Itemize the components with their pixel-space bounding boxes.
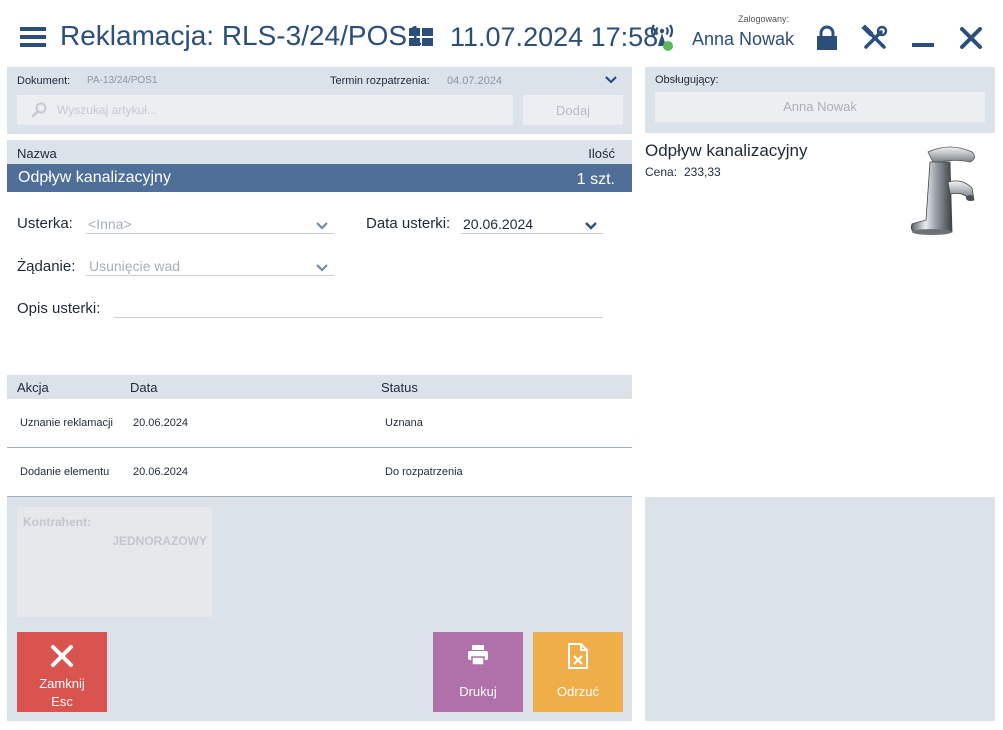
article-search-input[interactable] [57,95,497,125]
action-name: Uznanie reklamacji [20,417,113,429]
description-underline [114,317,603,318]
contractor-label: Kontrahent: [23,515,91,529]
actions-table-header: Akcja Data Status [7,375,632,399]
lock-icon[interactable] [813,24,841,52]
bottom-action-panel: Kontrahent: JEDNORAZOWY Zamknij Esc Druk… [7,497,632,721]
current-datetime: 11.07.2024 17:58 [450,22,659,52]
reject-button-label: Odrzuć [557,684,599,699]
printer-icon [468,645,488,666]
defect-date-label: Data usterki: [366,215,451,232]
article-search-box[interactable] [17,95,513,125]
close-button-label: Zamknij [39,676,85,691]
faucet-icon [900,138,985,236]
document-label: Dokument: [17,75,71,87]
contractor-box[interactable]: Kontrahent: JEDNORAZOWY [17,507,212,617]
contractor-value: JEDNORAZOWY [112,534,207,548]
column-header-status: Status [381,380,418,395]
tools-icon[interactable] [861,24,889,52]
request-select[interactable]: Usunięcie wad [89,258,180,274]
defect-select[interactable]: <Inna> [88,216,132,232]
logged-in-label: Zalogowany: [738,14,790,24]
deadline-label: Termin rozpatrzenia: [330,75,430,87]
windows-grid-icon[interactable] [409,28,433,47]
reject-button[interactable]: Odrzuć [533,632,623,712]
defect-date-chevron-down-icon[interactable] [584,218,598,230]
defect-chevron-down-icon[interactable] [315,218,329,230]
close-button-shortcut: Esc [51,694,73,709]
attendant-panel: Obsługujący: Anna Nowak [645,67,995,133]
action-date: 20.06.2024 [133,417,189,429]
close-button[interactable]: Zamknij Esc [17,632,107,712]
column-header-name: Nazwa [17,146,57,161]
request-label: Żądanie: [17,258,76,275]
product-price: 233,33 [684,165,721,179]
chevron-down-icon[interactable] [604,73,618,85]
action-status: Uznana [385,417,423,429]
attendant-label: Obsługujący: [655,74,719,86]
hamburger-menu-icon[interactable] [20,27,46,47]
reject-document-icon [568,643,588,669]
logged-in-user[interactable]: Anna Nowak [692,29,794,50]
connection-status-icon[interactable] [648,22,676,52]
product-name: Odpływ kanalizacyjny [645,141,808,160]
search-icon [31,102,47,118]
minimize-icon[interactable] [909,24,937,52]
page-title: Reklamacja: RLS-3/24/POS1 [60,20,423,51]
actions-table-row[interactable]: Dodanie elementu 20.06.2024 Do rozpatrze… [7,448,632,497]
close-x-icon [51,645,73,667]
attendant-select[interactable]: Anna Nowak [655,92,985,122]
right-bottom-panel [645,497,995,721]
deadline-value: 04.07.2024 [447,75,503,87]
product-price-label: Cena: [645,165,678,179]
document-number: PA-13/24/POS1 [87,75,158,86]
action-name: Dodanie elementu [20,466,110,478]
request-underline [86,275,334,276]
header-bar: Reklamacja: RLS-3/24/POS1 11.07.2024 17:… [0,0,1003,66]
print-button-label: Drukuj [459,684,497,699]
defect-date-underline [461,233,603,234]
items-table-row-selected[interactable]: Odpływ kanalizacyjny 1 szt. [7,164,632,192]
document-panel: Dokument: PA-13/24/POS1 Termin rozpatrze… [7,67,632,134]
print-button[interactable]: Drukuj [433,632,523,712]
close-window-icon[interactable] [957,24,985,52]
defect-date-input[interactable]: 20.06.2024 [463,216,533,232]
defect-label: Usterka: [17,215,73,232]
actions-table-row[interactable]: Uznanie reklamacji 20.06.2024 Uznana [7,399,632,448]
action-status: Do rozpatrzenia [385,466,463,478]
items-table-header: Nazwa Ilość [7,140,632,164]
action-date: 20.06.2024 [133,466,189,478]
request-chevron-down-icon[interactable] [315,260,329,272]
column-header-date: Data [130,380,158,395]
add-button[interactable]: Dodaj [523,95,623,125]
column-header-quantity: Ilość [588,146,615,161]
item-quantity: 1 szt. [576,171,615,188]
item-name: Odpływ kanalizacyjny [18,169,171,186]
defect-underline [86,233,334,234]
description-label: Opis usterki: [17,300,101,317]
column-header-action: Akcja [17,380,49,395]
